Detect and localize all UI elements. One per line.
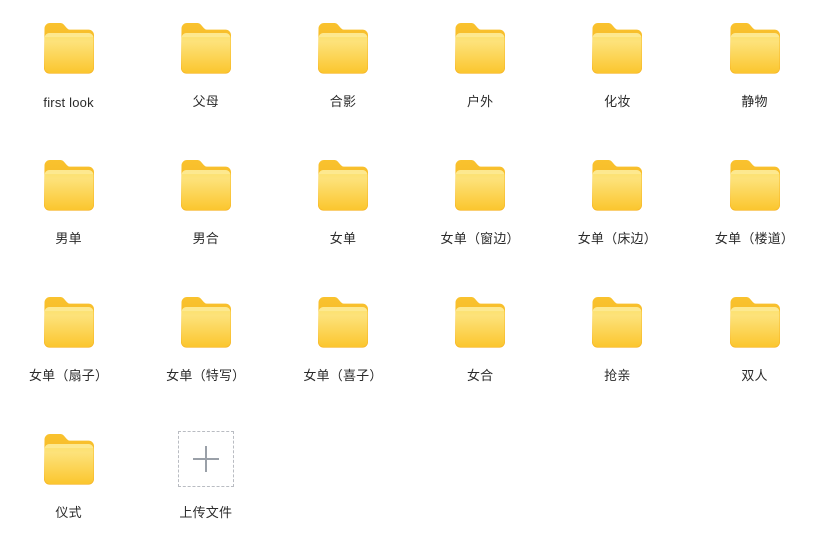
folder-label: 女单（特写） [166,369,246,384]
folder-label: 女合 [466,369,494,384]
folder-item[interactable]: 女单（楼道） [686,149,823,286]
folder-label: 男合 [192,232,219,247]
folder-item[interactable]: 女单（喜子） [274,286,411,423]
folder-item[interactable]: 女单（特写） [137,286,274,423]
folder-icon [314,294,372,350]
folder-item[interactable]: first look [0,12,137,149]
plus-icon [192,446,219,472]
folder-label: 双人 [741,369,768,384]
folder-icon [314,20,372,76]
folder-icon [40,431,98,487]
folder-label: 合影 [329,95,357,110]
folder-icon [451,20,509,76]
folder-label: first look [43,95,94,110]
folder-item[interactable]: 女单 [274,149,411,286]
folder-icon [314,157,372,213]
upload-file-tile[interactable]: 上传文件 [137,423,274,560]
folder-item[interactable]: 静物 [686,12,823,149]
folder-label: 女单（喜子） [303,369,383,384]
folder-item[interactable]: 男单 [0,149,137,286]
upload-dropzone[interactable] [177,431,234,487]
folder-item[interactable]: 父母 [137,12,274,149]
folder-item[interactable]: 仪式 [0,423,137,560]
folder-label: 女单 [329,232,357,247]
folder-label: 女单（窗边） [440,232,520,247]
folder-label: 女单（床边） [577,232,657,247]
folder-icon [726,294,784,350]
folder-item[interactable]: 女单（床边） [549,149,686,286]
folder-label: 化妆 [604,95,631,110]
folder-icon [726,157,784,213]
folder-item[interactable]: 男合 [137,149,274,286]
folder-item[interactable]: 女单（窗边） [412,149,549,286]
folder-icon [177,20,235,76]
folder-icon [177,157,235,213]
folder-grid-inner: first look 父母 合影 户外 化妆 静物 男单 男合 女单 女单（窗边… [0,0,823,560]
folder-item[interactable]: 女单（扇子） [0,286,137,423]
folder-label: 静物 [741,95,768,110]
folder-label: 男单 [55,232,82,247]
folder-label: 户外 [466,95,494,110]
folder-icon [588,294,646,350]
folder-icon [451,294,509,350]
folder-icon [588,20,646,76]
folder-item[interactable]: 双人 [686,286,823,423]
folder-item[interactable]: 抢亲 [549,286,686,423]
folder-item[interactable]: 户外 [412,12,549,149]
folder-item[interactable]: 化妆 [549,12,686,149]
folder-label: 仪式 [55,506,82,521]
folder-icon [726,20,784,76]
folder-label: 女单（楼道） [714,232,795,247]
upload-file-label: 上传文件 [179,506,233,521]
folder-label: 抢亲 [604,369,631,384]
folder-label: 女单（扇子） [28,369,109,384]
folder-icon [40,157,98,213]
folder-icon [40,294,98,350]
folder-icon [40,20,98,76]
folder-item[interactable]: 合影 [274,12,411,149]
folder-label: 父母 [192,95,219,110]
folder-icon [588,157,646,213]
folder-item[interactable]: 女合 [412,286,549,423]
folder-icon [451,157,509,213]
folder-grid: first look 父母 合影 户外 化妆 静物 男单 男合 女单 女单（窗边… [0,0,823,524]
folder-icon [177,294,235,350]
